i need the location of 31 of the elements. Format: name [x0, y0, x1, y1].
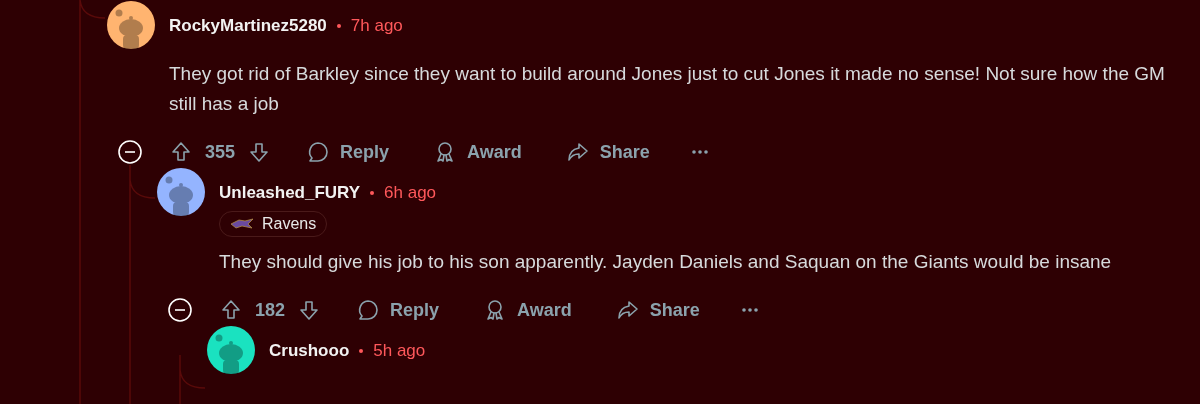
avatar-icon[interactable] [107, 1, 155, 49]
avatar-icon[interactable] [157, 168, 205, 216]
collapse-icon[interactable] [118, 140, 142, 164]
action-button[interactable]: Share [565, 138, 650, 166]
thread-line [179, 354, 206, 404]
speech-bubble-icon [356, 298, 381, 322]
comment-text: They should give his job to his son apparently. Jayden Daniels and Saquan on the Giants would be insane [219, 250, 1113, 274]
upvote-icon [169, 140, 193, 164]
speech-bubble-icon [306, 140, 331, 164]
timestamp: 6h ago [384, 182, 437, 204]
action-button[interactable]: Award [433, 138, 522, 166]
timestamp: 5h ago [373, 340, 426, 362]
username[interactable]: RockyMartinez5280 [169, 14, 327, 38]
comment-text: They got rid of Barkley since they want to build around Jones just to cut Jones it made no sense! Not sure how the GM still has a job [169, 62, 1166, 116]
action-button[interactable]: Reply [356, 296, 440, 324]
share-arrow-icon [565, 140, 590, 164]
collapse-icon[interactable] [168, 298, 192, 322]
more-icon[interactable] [691, 150, 708, 154]
timestamp: 7h ago [350, 15, 403, 37]
action-button[interactable]: Share [615, 296, 700, 324]
action-button[interactable]: Reply [306, 138, 390, 166]
username[interactable]: Crushooo [269, 339, 350, 363]
more-icon[interactable] [741, 308, 758, 312]
username[interactable]: Unleashed_FURY [219, 181, 361, 205]
vote-count: 355 [205, 140, 236, 164]
action-button[interactable]: Award [483, 296, 572, 324]
bird-icon [230, 218, 254, 230]
vote-count: 182 [255, 298, 286, 322]
upvote-icon [219, 298, 243, 322]
share-arrow-icon [615, 298, 640, 322]
avatar-icon[interactable] [207, 326, 255, 374]
